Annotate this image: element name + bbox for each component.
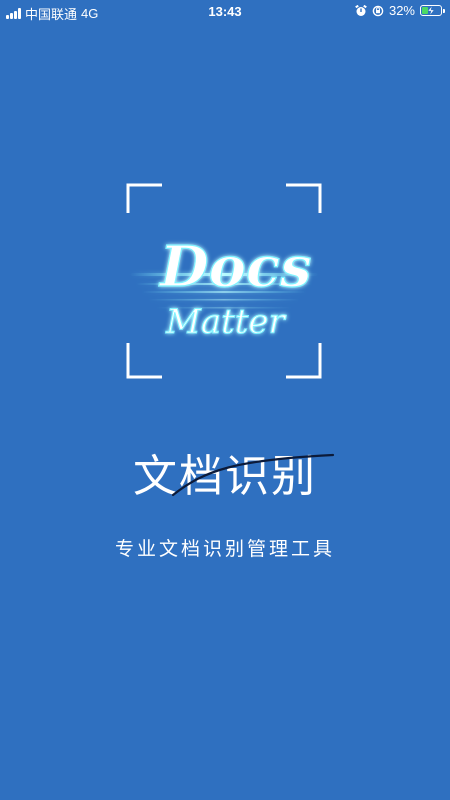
battery-icon <box>420 5 445 16</box>
battery-cap <box>443 9 445 13</box>
charging-bolt-icon <box>427 6 435 15</box>
logo-word-docs: Docs <box>158 234 312 300</box>
status-right: 32% <box>355 3 445 18</box>
orientation-lock-icon <box>372 5 384 16</box>
battery-percent: 32% <box>388 3 415 18</box>
title-swoosh-stroke <box>171 453 335 497</box>
corner-bottom-left <box>126 343 162 379</box>
alarm-icon <box>355 4 367 16</box>
app-subtitle: 专业文档识别管理工具 <box>114 538 335 560</box>
corner-top-right <box>286 183 322 213</box>
corner-top-left <box>126 183 162 213</box>
logo-word-matter: Matter <box>165 302 287 342</box>
corner-bottom-right <box>286 343 322 379</box>
app-logo: Docs Matter <box>126 183 322 379</box>
status-bar: 中国联通 4G 13:43 32% <box>0 0 450 22</box>
